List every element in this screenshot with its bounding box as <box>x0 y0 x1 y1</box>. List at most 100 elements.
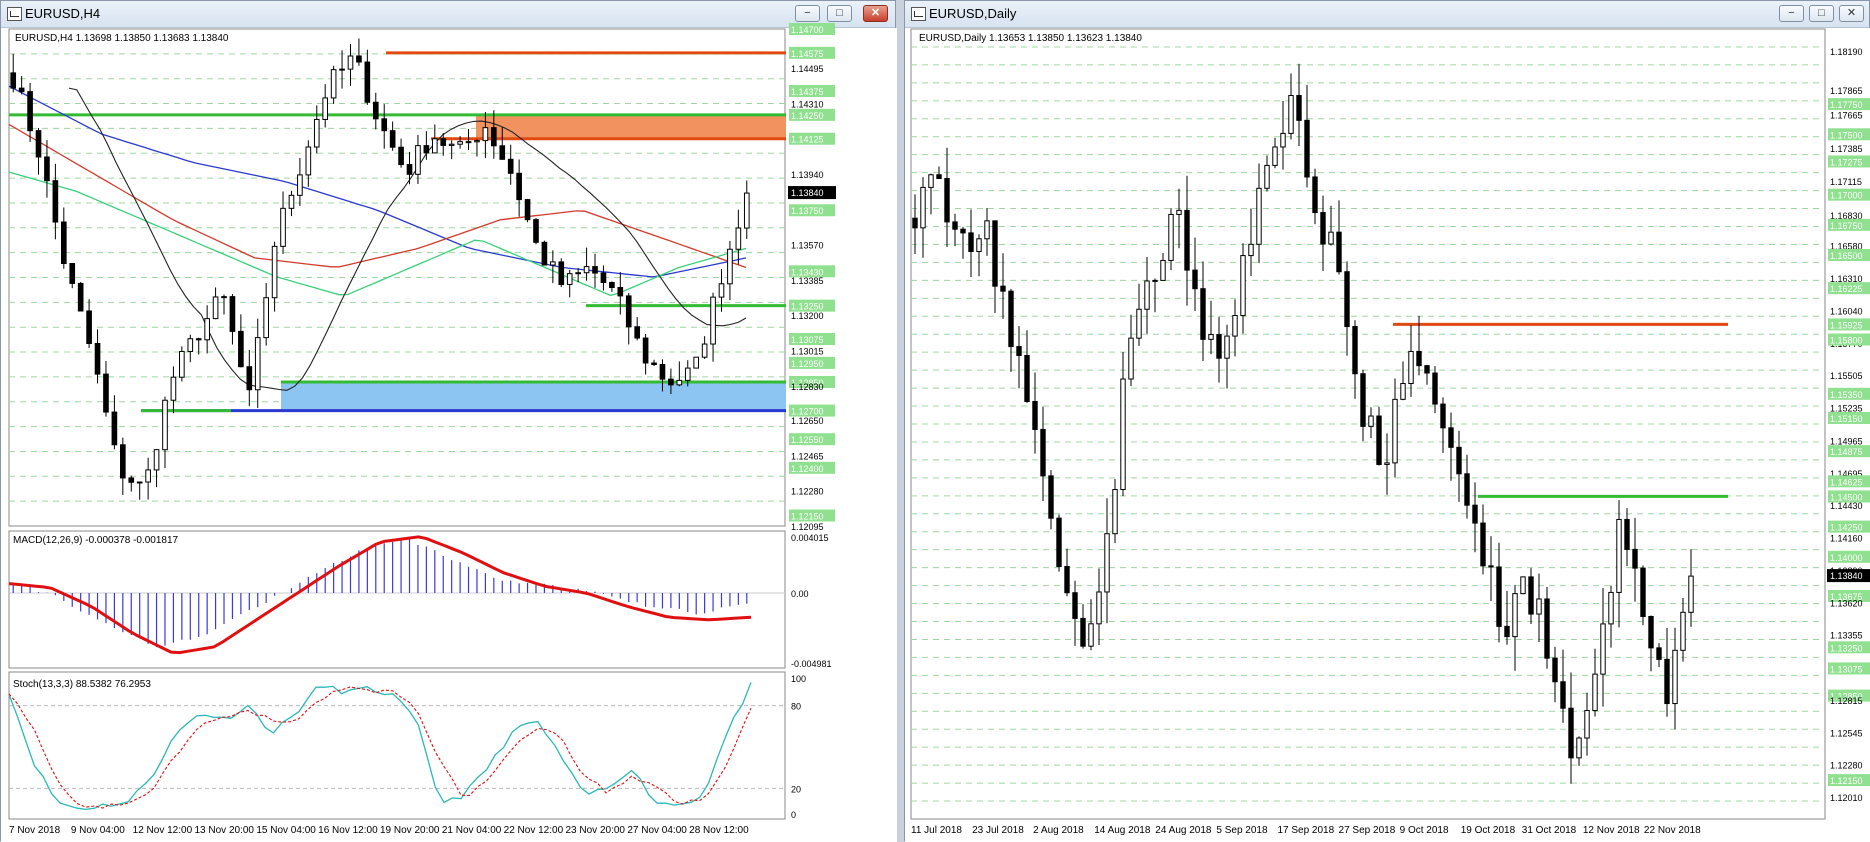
candle-body <box>1032 400 1038 430</box>
price-axis-label: 1.15350 <box>1830 390 1863 400</box>
time-axis-label: 27 Sep 2018 <box>1339 825 1396 836</box>
candle-body <box>984 220 990 240</box>
candle-body <box>347 55 354 70</box>
time-axis-label: 12 Nov 2018 <box>1583 825 1640 836</box>
price-axis-label: 1.17500 <box>1830 130 1863 140</box>
price-axis-label: 1.16225 <box>1830 284 1863 294</box>
candle-body <box>1016 346 1022 356</box>
price-axis-label: 1.12150 <box>1830 776 1863 786</box>
candle-body <box>992 220 998 287</box>
candle-body <box>136 481 143 484</box>
chart-window-daily[interactable]: EURUSD,Daily − □ ✕ 1.18190 1.17865 1.17750… <box>904 0 1870 842</box>
candle-body <box>952 221 958 230</box>
candle-body <box>507 158 514 174</box>
time-axis-label: 5 Sep 2018 <box>1216 825 1268 836</box>
candle-body <box>1248 243 1254 257</box>
candle-body <box>195 338 202 341</box>
candle-body <box>1576 737 1582 759</box>
candle-body <box>372 101 379 120</box>
price-axis-label: 1.13075 <box>1830 664 1863 674</box>
candle-body <box>1456 446 1462 475</box>
candle-body <box>1416 350 1422 367</box>
candle-body <box>1224 335 1230 359</box>
candle-body <box>1664 658 1670 705</box>
price-axis-label: 1.13200 <box>791 311 824 321</box>
candle-body <box>1216 334 1222 359</box>
stoch-label: Stoch(13,3,3) 88.5382 76.2953 <box>13 679 151 690</box>
candle-body <box>1144 280 1150 310</box>
candle-body <box>1640 567 1646 617</box>
price-axis-label: 1.14375 <box>791 87 824 97</box>
candle-body <box>1168 213 1174 261</box>
candle-body <box>1656 647 1662 660</box>
candle-body <box>1096 591 1102 625</box>
candle-body <box>1008 290 1014 348</box>
candle-body <box>617 286 624 297</box>
macd-label: MACD(12,26,9) -0.000378 -0.001817 <box>13 535 179 546</box>
price-axis-label: 1.12280 <box>1830 760 1863 770</box>
stoch-axis-label: 100 <box>791 674 806 684</box>
candle-body <box>1384 462 1390 465</box>
candle-body <box>1064 566 1070 594</box>
time-axis-label: 12 Nov 12:00 <box>133 825 193 836</box>
time-axis-label: 19 Nov 20:00 <box>380 825 440 836</box>
candle-body <box>263 297 269 339</box>
price-axis-label: 1.15800 <box>1830 336 1863 346</box>
candle-body <box>1152 279 1158 282</box>
price-axis-label: 1.12700 <box>791 407 824 417</box>
candle-body <box>701 343 708 358</box>
time-axis-label: 2 Aug 2018 <box>1033 825 1084 836</box>
candle-body <box>482 127 489 142</box>
time-axis-label: 17 Sep 2018 <box>1277 825 1334 836</box>
candle-body <box>1616 518 1622 593</box>
candle-body <box>1280 132 1286 148</box>
candle-body <box>1136 308 1142 339</box>
candle-body <box>659 364 666 380</box>
candle-body <box>1120 378 1126 491</box>
candle-body <box>1024 354 1030 402</box>
candle-body <box>1256 187 1262 245</box>
candle-body <box>718 283 725 298</box>
price-axis-label: 1.15925 <box>1830 320 1863 330</box>
candle-body <box>330 69 337 99</box>
price-axis-label: 1.13620 <box>1830 599 1863 609</box>
time-axis-label: 31 Oct 2018 <box>1522 825 1577 836</box>
chart-header: EURUSD,H4 1.13698 1.13850 1.13683 1.1384… <box>15 33 229 44</box>
candle-body <box>693 356 700 369</box>
candle-body <box>920 186 926 229</box>
candle-body <box>35 130 42 158</box>
candle-body <box>162 399 168 451</box>
price-axis-label: 1.12010 <box>1830 793 1863 803</box>
candle-body <box>1496 566 1502 627</box>
h4-chart-canvas[interactable]: 1.14700 1.14575 1.14495 1.14375 1.14310 1.142… <box>1 1 897 842</box>
time-axis-label: 14 Aug 2018 <box>1094 825 1151 836</box>
candle-body <box>642 337 649 364</box>
price-axis-label: 1.14250 <box>1830 523 1863 533</box>
price-axis-label: 1.17750 <box>1830 100 1863 110</box>
candle-body <box>1480 522 1486 567</box>
candle-body <box>1376 415 1382 465</box>
candle-body <box>583 266 590 274</box>
candle-body <box>550 261 556 266</box>
candle-body <box>1272 146 1278 166</box>
candle-body <box>431 138 438 154</box>
time-axis-label: 9 Nov 04:00 <box>71 825 125 836</box>
candle-body <box>27 91 33 132</box>
candle-body <box>322 97 329 120</box>
price-axis-label: 1.13015 <box>791 346 824 356</box>
candle-body <box>1040 428 1046 477</box>
candle-body <box>415 145 421 175</box>
price-axis-label: 1.12815 <box>1830 696 1863 706</box>
price-axis-label: 1.14430 <box>1830 501 1863 511</box>
chart-window-h4[interactable]: EURUSD,H4 − □ ✕ 1.14700 1.14575 1.14495 1.1… <box>0 0 897 842</box>
candle-body <box>238 330 244 368</box>
candle-body <box>743 192 750 229</box>
candle-body <box>928 174 934 188</box>
candle-body <box>457 141 463 145</box>
daily-chart-canvas[interactable]: 1.18190 1.17865 1.177501.17665 1.17500 1.173… <box>905 1 1870 842</box>
price-axis-label: 1.17275 <box>1830 157 1863 167</box>
candle-body <box>111 411 118 446</box>
candle-body <box>1688 575 1694 613</box>
candle-body <box>541 241 548 266</box>
price-axis-label: 1.13355 <box>1830 631 1863 641</box>
